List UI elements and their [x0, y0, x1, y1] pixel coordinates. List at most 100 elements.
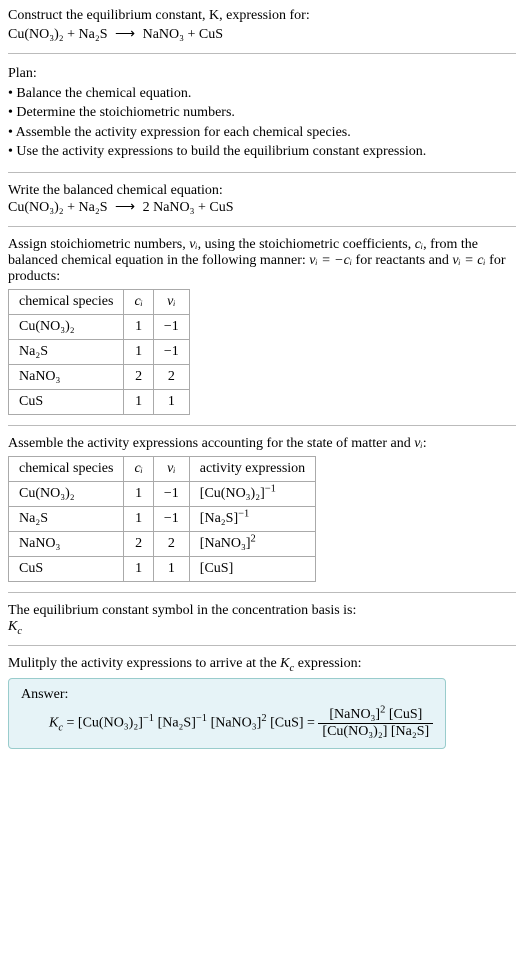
c-symbol: cᵢ [415, 237, 423, 252]
balanced-equation: Cu(NO₃)₂ + Na₂S ⟶ 2 NaNO₃ + CuS [8, 199, 516, 216]
col-species: chemical species [9, 289, 124, 314]
cell-activity: [Cu(NO₃)₂]−1 [189, 481, 315, 506]
cell-nui: −1 [153, 506, 189, 531]
prompt-section: Construct the equilibrium constant, K, e… [8, 8, 516, 43]
balanced-section: Write the balanced chemical equation: Cu… [8, 183, 516, 216]
activity-table: chemical species cᵢ νᵢ activity expressi… [8, 456, 316, 582]
table-row: CuS 1 1 [9, 389, 190, 414]
plan-section: Plan: • Balance the chemical equation. •… [8, 64, 516, 162]
expr-base: [Cu(NO₃)₂] [200, 486, 265, 501]
col-ci: cᵢ [124, 289, 153, 314]
fraction: [NaNO₃]2 [CuS] [Cu(NO₃)₂] [Na₂S] [318, 707, 433, 740]
table-row: NaNO₃ 2 2 [9, 364, 190, 389]
col-ci: cᵢ [124, 456, 153, 481]
divider [8, 592, 516, 593]
expr-sup: −1 [265, 483, 276, 494]
divider [8, 53, 516, 54]
plan-item: • Balance the chemical equation. [8, 84, 516, 104]
answer-expression: Kc = [Cu(NO₃)₂]−1 [Na₂S]−1 [NaNO₃]2 [CuS… [21, 703, 433, 740]
unbalanced-equation: Cu(NO₃)₂ + Na₂S ⟶ NaNO₃ + CuS [8, 26, 516, 43]
text: Assemble the activity expressions accoun… [8, 436, 414, 451]
nu-symbol: νᵢ [189, 237, 197, 252]
text: Mulitply the activity expressions to arr… [8, 656, 280, 671]
cell-ci: 1 [124, 506, 153, 531]
expr-sup: 2 [251, 533, 256, 544]
term-sup: −1 [143, 713, 154, 724]
plan-item: • Assemble the activity expression for e… [8, 123, 516, 143]
prompt-line1: Construct the equilibrium constant, K, e… [8, 8, 310, 23]
cell-species: Cu(NO₃)₂ [9, 481, 124, 506]
arrow-icon: ⟶ [111, 200, 139, 215]
kc-sub: c [17, 626, 22, 637]
stoich-table: chemical species cᵢ νᵢ Cu(NO₃)₂ 1 −1 Na₂… [8, 289, 190, 415]
term: [Na₂S] [391, 724, 429, 739]
col-species: chemical species [9, 456, 124, 481]
table-row: NaNO₃ 2 2 [NaNO₃]2 [9, 531, 316, 556]
multiply-section: Mulitply the activity expressions to arr… [8, 656, 516, 672]
term-sup: 2 [380, 704, 385, 715]
cell-species: Na₂S [9, 339, 124, 364]
table-header-row: chemical species cᵢ νᵢ [9, 289, 190, 314]
term: [Cu(NO₃)₂] [322, 724, 387, 739]
reaction-rhs: NaNO₃ + CuS [143, 27, 223, 42]
plan-item: • Determine the stoichiometric numbers. [8, 103, 516, 123]
expr-base: [CuS] [200, 561, 233, 576]
cell-species: CuS [9, 556, 124, 581]
term: [Cu(NO₃)₂] [78, 716, 143, 731]
term: [NaNO₃] [329, 707, 380, 722]
cell-ci: 1 [124, 314, 153, 339]
cell-activity: [NaNO₃]2 [189, 531, 315, 556]
equals: = [63, 716, 78, 731]
kc-base: K [49, 716, 58, 731]
table-header-row: chemical species cᵢ νᵢ activity expressi… [9, 456, 316, 481]
activity-section: Assemble the activity expressions accoun… [8, 436, 516, 582]
cell-ci: 2 [124, 364, 153, 389]
term-sup: 2 [261, 713, 266, 724]
text: Assign stoichiometric numbers, [8, 237, 189, 252]
nu-symbol: νᵢ [414, 436, 422, 451]
expr-base: [Na₂S] [200, 511, 238, 526]
kc-base: K [280, 656, 289, 671]
cell-species: CuS [9, 389, 124, 414]
term: [CuS] [270, 716, 303, 731]
kc-symbol: Kc [8, 619, 516, 635]
divider [8, 172, 516, 173]
cell-ci: 1 [124, 556, 153, 581]
term: [CuS] [389, 707, 422, 722]
col-activity: activity expression [189, 456, 315, 481]
plan-title: Plan: [8, 64, 516, 84]
rule: νᵢ = −cᵢ [309, 253, 352, 268]
answer-label: Answer: [21, 687, 433, 703]
divider [8, 425, 516, 426]
fraction-denominator: [Cu(NO₃)₂] [Na₂S] [318, 724, 433, 740]
term-sup: −1 [196, 713, 207, 724]
divider [8, 645, 516, 646]
cell-species: Cu(NO₃)₂ [9, 314, 124, 339]
text: for reactants and [352, 253, 452, 268]
symbol-text: The equilibrium constant symbol in the c… [8, 603, 516, 619]
equals: = [304, 716, 319, 731]
cell-nui: −1 [153, 481, 189, 506]
balanced-lhs: Cu(NO₃)₂ + Na₂S [8, 200, 108, 215]
table-row: Cu(NO₃)₂ 1 −1 [9, 314, 190, 339]
col-nui: νᵢ [153, 456, 189, 481]
cell-ci: 1 [124, 389, 153, 414]
kc-base: K [8, 619, 17, 634]
cell-nui: 2 [153, 531, 189, 556]
balanced-title: Write the balanced chemical equation: [8, 183, 516, 199]
cell-ci: 1 [124, 481, 153, 506]
col-nui: νᵢ [153, 289, 189, 314]
rule: νᵢ = cᵢ [452, 253, 485, 268]
table-row: Na₂S 1 −1 [Na₂S]−1 [9, 506, 316, 531]
balanced-rhs: 2 NaNO₃ + CuS [143, 200, 234, 215]
arrow-icon: ⟶ [111, 27, 139, 42]
cell-activity: [Na₂S]−1 [189, 506, 315, 531]
cell-species: NaNO₃ [9, 531, 124, 556]
text: : [423, 436, 427, 451]
text: expression: [294, 656, 361, 671]
cell-nui: −1 [153, 314, 189, 339]
stoich-intro: Assign stoichiometric numbers, νᵢ, using… [8, 237, 516, 285]
cell-species: Na₂S [9, 506, 124, 531]
table-row: Cu(NO₃)₂ 1 −1 [Cu(NO₃)₂]−1 [9, 481, 316, 506]
expr-sup: −1 [238, 508, 249, 519]
